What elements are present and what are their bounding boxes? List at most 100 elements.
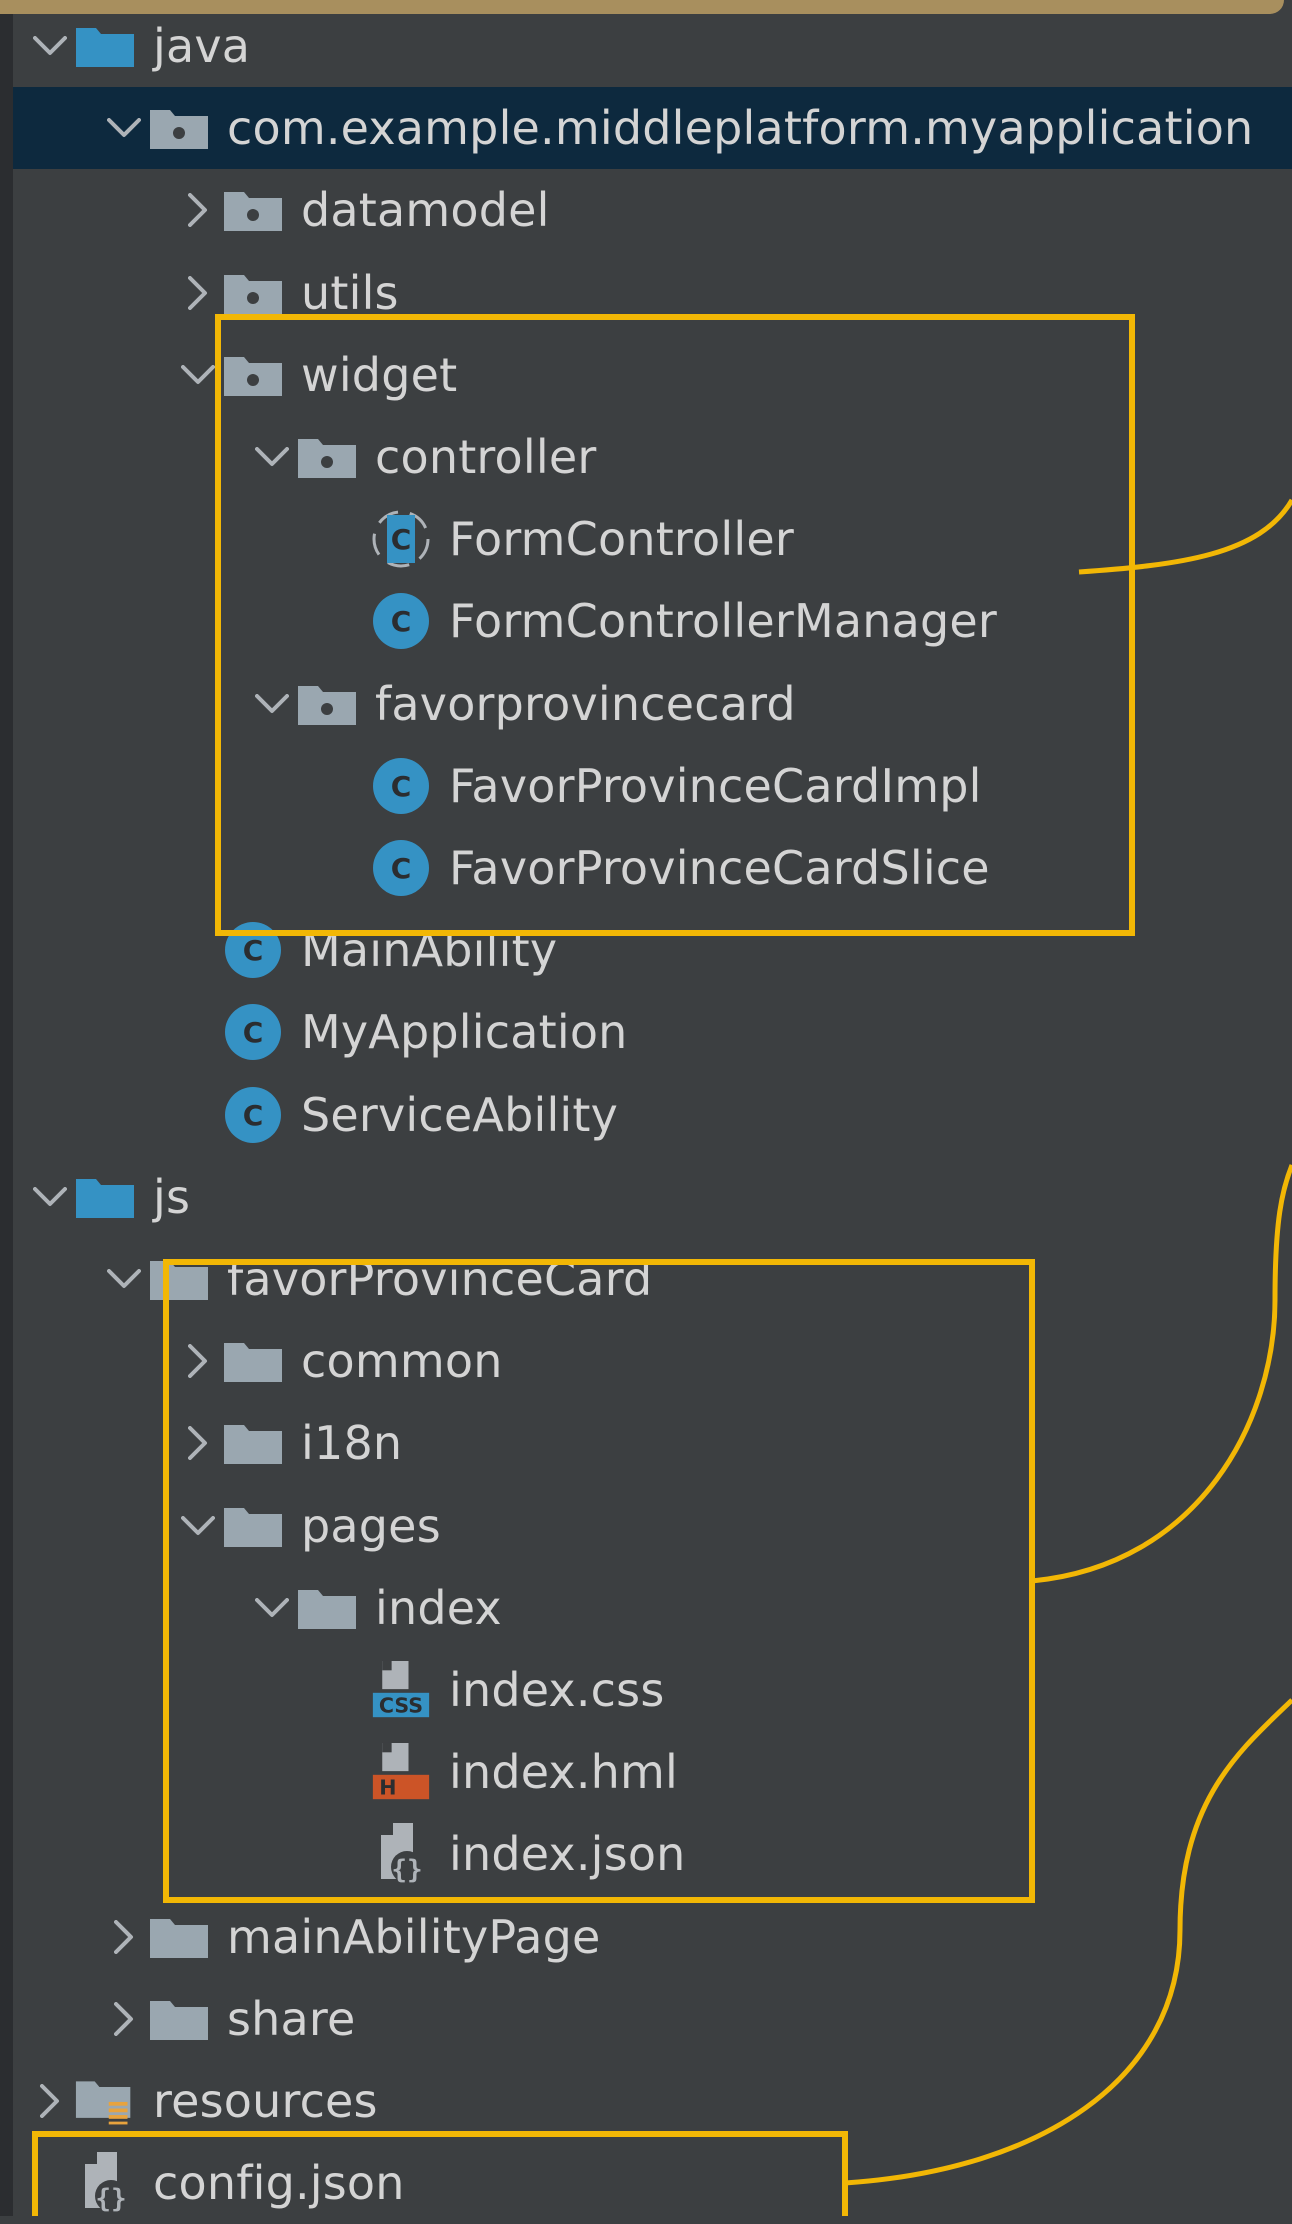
tree-row[interactable]: Hindex.hml (13, 1731, 1292, 1813)
tree-item-label: MyApplication (301, 1005, 628, 1059)
tree-row[interactable]: C MainAbility (13, 909, 1292, 991)
tree-row[interactable]: {} config.json (13, 2142, 1292, 2224)
tree-item-label: java (153, 19, 251, 73)
svg-text:H: H (379, 1776, 396, 1800)
tree-row[interactable]: C ServiceAbility (13, 1074, 1292, 1156)
svg-text:C: C (391, 523, 412, 556)
tree-item-label: pages (301, 1499, 441, 1553)
tree-row[interactable]: favorprovincecard (13, 663, 1292, 745)
package-icon (297, 416, 357, 498)
tree-row[interactable]: C MyApplication (13, 991, 1292, 1073)
svg-text:CSS: CSS (379, 1694, 423, 1718)
chevron-down-icon[interactable] (247, 1567, 297, 1649)
chevron-down-icon[interactable] (99, 87, 149, 169)
tree-row[interactable]: index (13, 1567, 1292, 1649)
tree-row[interactable]: common (13, 1320, 1292, 1402)
tree-item-label: FormController (449, 512, 794, 566)
tree-row[interactable]: CSS index.css (13, 1649, 1292, 1731)
tree-row[interactable]: js (13, 1156, 1292, 1238)
svg-text:C: C (391, 605, 412, 638)
chevron-down-icon[interactable] (99, 1238, 149, 1320)
chevron-right-icon[interactable] (173, 1320, 223, 1402)
tree-row[interactable]: datamodel (13, 169, 1292, 251)
tree-item-label: index.hml (449, 1745, 679, 1799)
tree-item-label: favorprovincecard (375, 677, 796, 731)
chevron-down-icon[interactable] (173, 1485, 223, 1567)
tree-row[interactable]: C FavorProvinceCardImpl (13, 745, 1292, 827)
tree-item-label: FavorProvinceCardImpl (449, 759, 982, 813)
svg-text:C: C (243, 1016, 264, 1049)
chevron-right-icon[interactable] (173, 252, 223, 334)
chevron-down-icon[interactable] (25, 1156, 75, 1238)
class-icon: C (371, 745, 431, 827)
tree-row[interactable]: widget (13, 334, 1292, 416)
class-icon: C (223, 909, 283, 991)
hml-file-icon: H (371, 1731, 431, 1813)
chevron-right-icon[interactable] (99, 1978, 149, 2060)
chevron-down-icon[interactable] (173, 334, 223, 416)
tree-row[interactable]: C FavorProvinceCardSlice (13, 827, 1292, 909)
folder-blue-icon (75, 1156, 135, 1238)
tree-item-label: utils (301, 266, 399, 320)
chevron-right-icon[interactable] (99, 1896, 149, 1978)
json-file-icon: {} (371, 1813, 431, 1895)
tree-item-label: i18n (301, 1416, 403, 1470)
tree-row[interactable]: java (13, 5, 1292, 87)
folder-blue-icon (75, 5, 135, 87)
svg-text:{}: {} (95, 2184, 126, 2214)
tree-item-label: config.json (153, 2156, 405, 2210)
tree-item-label: mainAbilityPage (227, 1910, 601, 1964)
svg-text:C: C (243, 934, 264, 967)
tree-item-label: widget (301, 348, 458, 402)
chevron-down-icon[interactable] (247, 663, 297, 745)
folder-icon (149, 1896, 209, 1978)
tree-item-label: index (375, 1581, 502, 1635)
tree-row[interactable]: resources (13, 2060, 1292, 2142)
class-icon: C (223, 991, 283, 1073)
tree-row[interactable]: favorProvinceCard (13, 1238, 1292, 1320)
window-edge (0, 0, 13, 2216)
resources-folder-icon (75, 2060, 135, 2142)
chevron-down-icon[interactable] (25, 5, 75, 87)
chevron-down-icon[interactable] (247, 416, 297, 498)
package-icon (223, 334, 283, 416)
tree-item-label: datamodel (301, 183, 550, 237)
folder-icon (149, 1978, 209, 2060)
tree-row[interactable]: com.example.middleplatform.myapplication (13, 87, 1292, 169)
folder-icon (149, 1238, 209, 1320)
tree-item-label: index.json (449, 1827, 686, 1881)
tree-row[interactable]: pages (13, 1485, 1292, 1567)
chevron-right-icon[interactable] (173, 1402, 223, 1484)
tree-item-label: share (227, 1992, 356, 2046)
tree-item-label: com.example.middleplatform.myapplication (227, 101, 1254, 155)
class-icon: C (371, 580, 431, 662)
tree-row[interactable]: {} index.json (13, 1813, 1292, 1895)
folder-icon (223, 1320, 283, 1402)
tree-item-label: FavorProvinceCardSlice (449, 841, 990, 895)
tree-item-label: MainAbility (301, 923, 558, 977)
tree-item-label: FormControllerManager (449, 594, 997, 648)
folder-icon (297, 1567, 357, 1649)
package-icon (223, 169, 283, 251)
tree-item-label: index.css (449, 1663, 665, 1717)
class-icon: C (223, 1074, 283, 1156)
folder-icon (223, 1485, 283, 1567)
tree-row[interactable]: i18n (13, 1402, 1292, 1484)
abstract-class-icon: C (371, 498, 431, 580)
tree-row[interactable]: share (13, 1978, 1292, 2060)
tree-row[interactable]: mainAbilityPage (13, 1896, 1292, 1978)
tree-item-label: ServiceAbility (301, 1088, 619, 1142)
tree-row[interactable]: C FormController (13, 498, 1292, 580)
svg-text:C: C (243, 1099, 264, 1132)
tree-row[interactable]: controller (13, 416, 1292, 498)
css-file-icon: CSS (371, 1649, 431, 1731)
tree-item-label: resources (153, 2074, 378, 2128)
chevron-right-icon[interactable] (173, 169, 223, 251)
tree-row[interactable]: utils (13, 252, 1292, 334)
package-icon (223, 252, 283, 334)
chevron-right-icon[interactable] (25, 2060, 75, 2142)
json-file-icon: {} (75, 2142, 135, 2224)
package-icon (297, 663, 357, 745)
tree-item-label: common (301, 1334, 503, 1388)
tree-row[interactable]: C FormControllerManager (13, 580, 1292, 662)
